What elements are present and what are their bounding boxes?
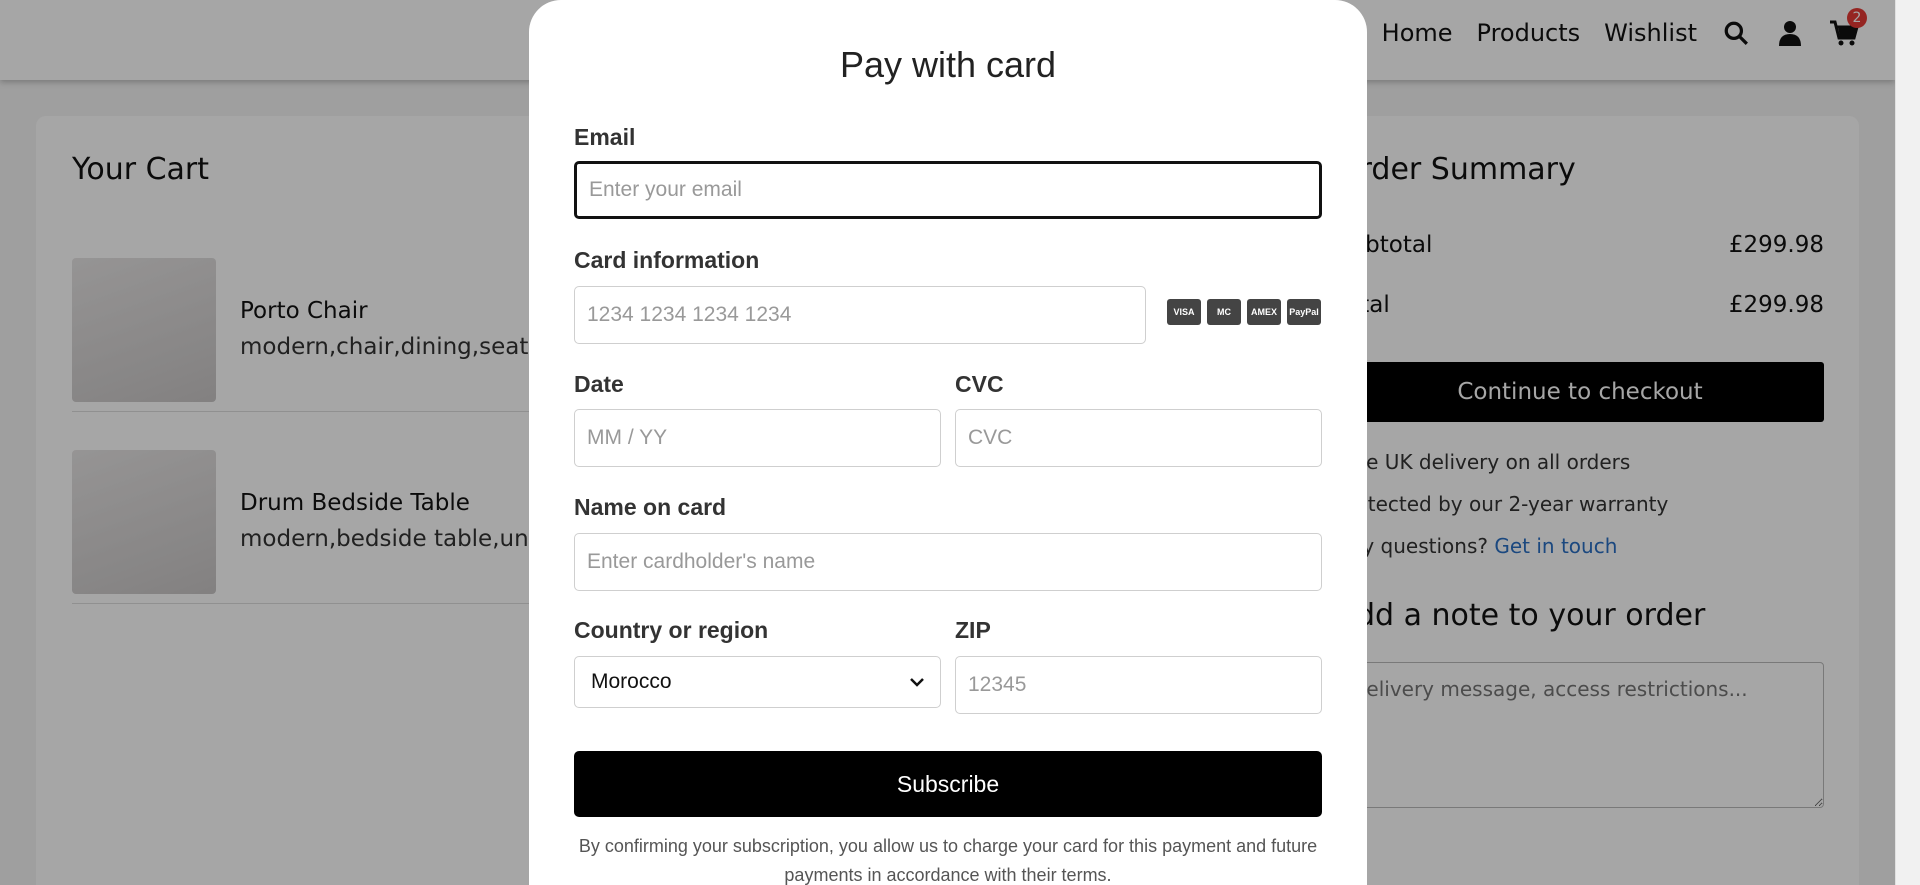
mastercard-icon: MC [1207,299,1241,325]
subscription-disclaimer: By confirming your subscription, you all… [578,836,1318,885]
country-value: Morocco [591,670,672,693]
subscribe-button[interactable]: Subscribe [574,751,1322,817]
card-info-label: Card information [574,247,760,273]
email-field[interactable] [574,161,1322,219]
zip-label: ZIP [955,617,991,643]
card-number-field[interactable] [574,286,1146,344]
cardholder-name-field[interactable] [574,533,1322,591]
name-on-card-label: Name on card [574,494,727,520]
modal-title: Pay with card [839,44,1057,85]
payment-modal: Pay with card Email Card information VIS… [529,0,1367,885]
cvc-label: CVC [955,371,1004,397]
paypal-icon: PayPal [1287,299,1321,325]
email-label: Email [574,124,636,150]
expiry-date-field[interactable] [574,409,941,467]
country-select[interactable]: Morocco [574,656,941,708]
date-label: Date [574,371,624,397]
card-brands: VISA MC AMEX PayPal [1167,299,1321,325]
cvc-field[interactable] [955,409,1322,467]
visa-icon: VISA [1167,299,1201,325]
amex-icon: AMEX [1247,299,1281,325]
zip-field[interactable] [955,656,1322,714]
chevron-down-icon [910,678,924,687]
page-scrollbar[interactable] [1895,0,1920,885]
country-label: Country or region [574,617,769,643]
